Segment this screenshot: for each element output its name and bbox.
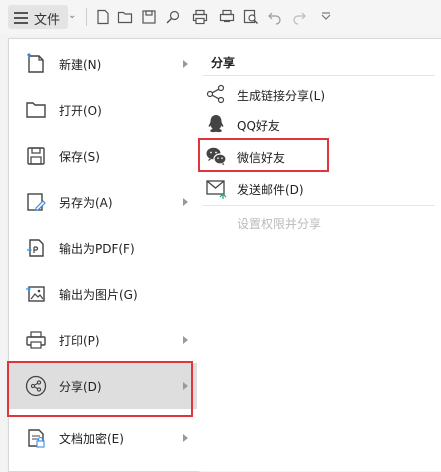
submenu-item-label: 发送邮件(D) xyxy=(237,183,304,197)
redo-icon[interactable] xyxy=(291,9,307,25)
save-icon[interactable] xyxy=(141,9,157,25)
menu-item-label: 打印(P) xyxy=(59,334,100,348)
submenu-arrow-icon xyxy=(183,336,188,344)
print-icon xyxy=(25,329,47,351)
file-menu-button[interactable]: 文件 xyxy=(8,5,68,29)
submenu-item-label: 设置权限并分享 xyxy=(237,217,322,231)
more-icon[interactable] xyxy=(318,9,334,25)
menu-item-save[interactable]: 保存(S) xyxy=(9,133,198,179)
menu-item-label: 另存为(A) xyxy=(59,196,113,210)
menu-item-new[interactable]: 新建(N) xyxy=(9,41,198,87)
menu-item-label: 输出为PDF(F) xyxy=(59,242,135,256)
divider xyxy=(203,75,435,76)
menu-item-save-as[interactable]: 另存为(A) xyxy=(9,179,198,225)
menu-item-encrypt[interactable]: 文档加密(E) xyxy=(9,415,198,461)
share-submenu: 分享 生成链接分享(L) QQ好友 微信好友 发送邮件(D) 设置权限并分享 xyxy=(197,38,441,471)
share-link-icon xyxy=(205,83,227,105)
submenu-arrow-icon xyxy=(183,434,188,442)
submenu-item-qq[interactable]: QQ好友 xyxy=(197,109,441,139)
open-folder-icon xyxy=(25,99,47,121)
chevron-down-icon[interactable]: ⌄ xyxy=(68,10,76,21)
hamburger-icon xyxy=(14,12,28,27)
toolbar-divider xyxy=(86,8,87,26)
menu-item-label: 新建(N) xyxy=(59,58,102,72)
save-icon xyxy=(25,145,47,167)
zoom-icon[interactable] xyxy=(243,9,259,25)
new-doc-icon[interactable] xyxy=(95,9,111,25)
divider xyxy=(203,205,435,206)
mail-icon xyxy=(205,177,227,199)
highlight-box-share xyxy=(7,361,193,417)
menu-item-print[interactable]: 打印(P) xyxy=(9,317,198,363)
submenu-item-email[interactable]: 发送邮件(D) xyxy=(197,173,441,203)
qq-icon xyxy=(205,113,227,135)
undo-icon[interactable] xyxy=(267,9,283,25)
menu-item-export-image[interactable]: 输出为图片(G) xyxy=(9,271,198,317)
export-pdf-icon xyxy=(25,237,47,259)
menu-item-label: 文档加密(E) xyxy=(59,432,124,446)
menu-item-label: 打开(O) xyxy=(59,104,102,118)
submenu-arrow-icon xyxy=(183,60,188,68)
menu-item-label: 保存(S) xyxy=(59,150,100,164)
menu-item-export-pdf[interactable]: 输出为PDF(F) xyxy=(9,225,198,271)
new-doc-icon xyxy=(25,53,47,75)
find-icon[interactable] xyxy=(165,9,181,25)
submenu-item-label: QQ好友 xyxy=(237,119,280,133)
print-preview-icon[interactable] xyxy=(219,9,235,25)
submenu-title: 分享 xyxy=(211,56,236,70)
export-image-icon xyxy=(25,283,47,305)
toolbar: 文件 ⌄ xyxy=(0,0,441,34)
encrypt-doc-icon xyxy=(25,427,47,449)
open-folder-icon[interactable] xyxy=(117,9,133,25)
menu-item-label: 输出为图片(G) xyxy=(59,288,138,302)
print-icon[interactable] xyxy=(192,9,208,25)
submenu-arrow-icon xyxy=(183,198,188,206)
submenu-item-permission-share: 设置权限并分享 xyxy=(197,207,441,237)
highlight-box-wechat xyxy=(198,138,329,172)
submenu-item-share-link[interactable]: 生成链接分享(L) xyxy=(197,79,441,109)
file-menu-label: 文件 xyxy=(34,13,61,28)
submenu-item-label: 生成链接分享(L) xyxy=(237,89,326,103)
save-as-icon xyxy=(25,191,47,213)
menu-item-open[interactable]: 打开(O) xyxy=(9,87,198,133)
